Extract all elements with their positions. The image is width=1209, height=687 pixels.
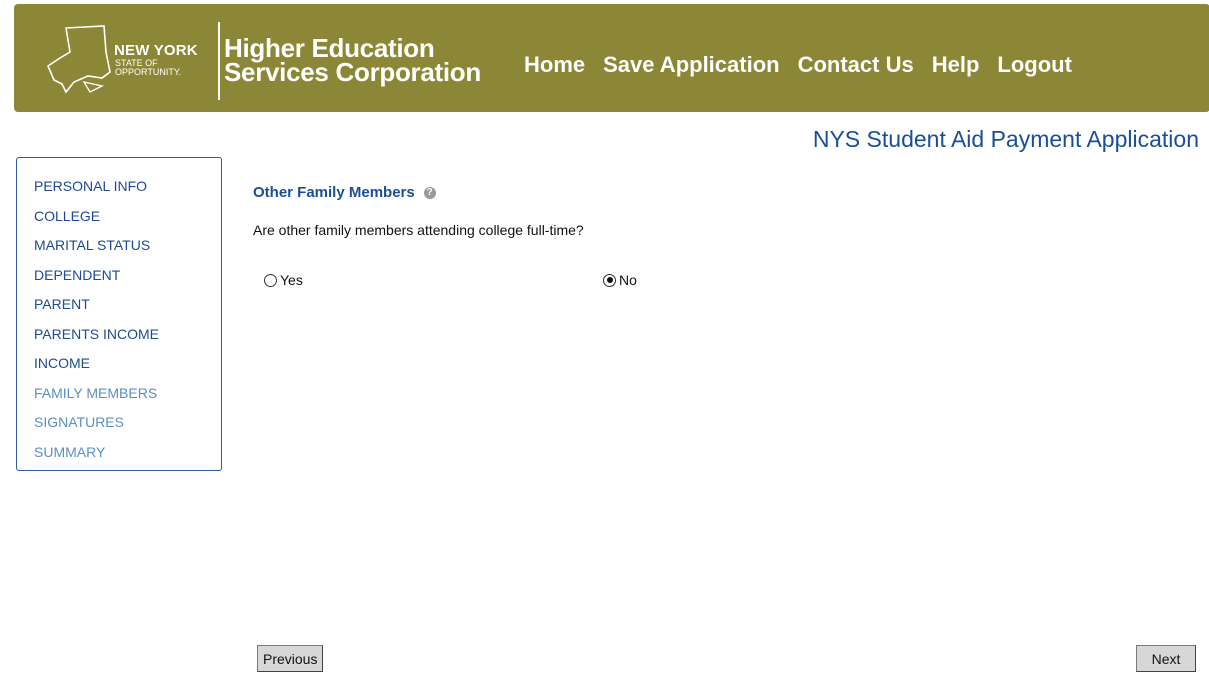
logo-subtitle-line-2: OPPORTUNITY. [115,67,182,77]
sidebar-item-income[interactable]: INCOME [34,349,221,379]
nav-home-link[interactable]: Home [524,52,585,78]
family-members-question: Are other family members attending colle… [253,222,584,238]
logo-subtitle: STATE OF OPPORTUNITY. [115,59,181,77]
page-title: NYS Student Aid Payment Application [812,126,1199,152]
sidebar-steps: PERSONAL INFO COLLEGE MARITAL STATUS DEP… [16,157,222,471]
sidebar-item-parents-income[interactable]: PARENTS INCOME [34,320,221,350]
nav-save-application-link[interactable]: Save Application [603,52,779,78]
radio-option-no[interactable]: No [603,272,637,288]
nav-logout-link[interactable]: Logout [997,52,1072,78]
new-york-state-map-icon [47,25,111,94]
sidebar-item-family-members[interactable]: FAMILY MEMBERS [34,379,221,409]
radio-option-yes[interactable]: Yes [264,272,303,288]
sidebar-item-personal-info[interactable]: PERSONAL INFO [34,172,221,202]
sidebar-item-parent[interactable]: PARENT [34,290,221,320]
question-circle-icon[interactable]: ? [423,186,436,199]
radio-yes[interactable] [264,273,277,287]
sidebar-item-summary[interactable]: SUMMARY [34,438,221,468]
organization-name-line-2: Services Corporation [224,57,481,87]
radio-yes-label: Yes [280,272,303,288]
nav-help-link[interactable]: Help [932,52,980,78]
nys-logo[interactable]: NEW YORK STATE OF OPPORTUNITY. [44,22,214,102]
header-bar: NEW YORK STATE OF OPPORTUNITY. Higher Ed… [14,4,1209,112]
sidebar-item-college[interactable]: COLLEGE [34,202,221,232]
sidebar-item-marital-status[interactable]: MARITAL STATUS [34,231,221,261]
previous-button[interactable]: Previous [257,645,324,672]
main-nav: Home Save Application Contact Us Help Lo… [524,52,1072,78]
section-title-text: Other Family Members [253,184,415,201]
logo-title: NEW YORK [114,42,198,59]
radio-no[interactable] [603,273,616,287]
radio-no-label: No [619,272,637,288]
nav-contact-us-link[interactable]: Contact Us [798,52,914,78]
sidebar-item-dependent[interactable]: DEPENDENT [34,261,221,291]
logo-divider [218,22,220,100]
organization-name: Higher Education Services Corporation [224,35,481,87]
section-title: Other Family Members ? [253,184,436,201]
sidebar-item-signatures[interactable]: SIGNATURES [34,408,221,438]
next-button[interactable]: Next [1136,645,1196,672]
